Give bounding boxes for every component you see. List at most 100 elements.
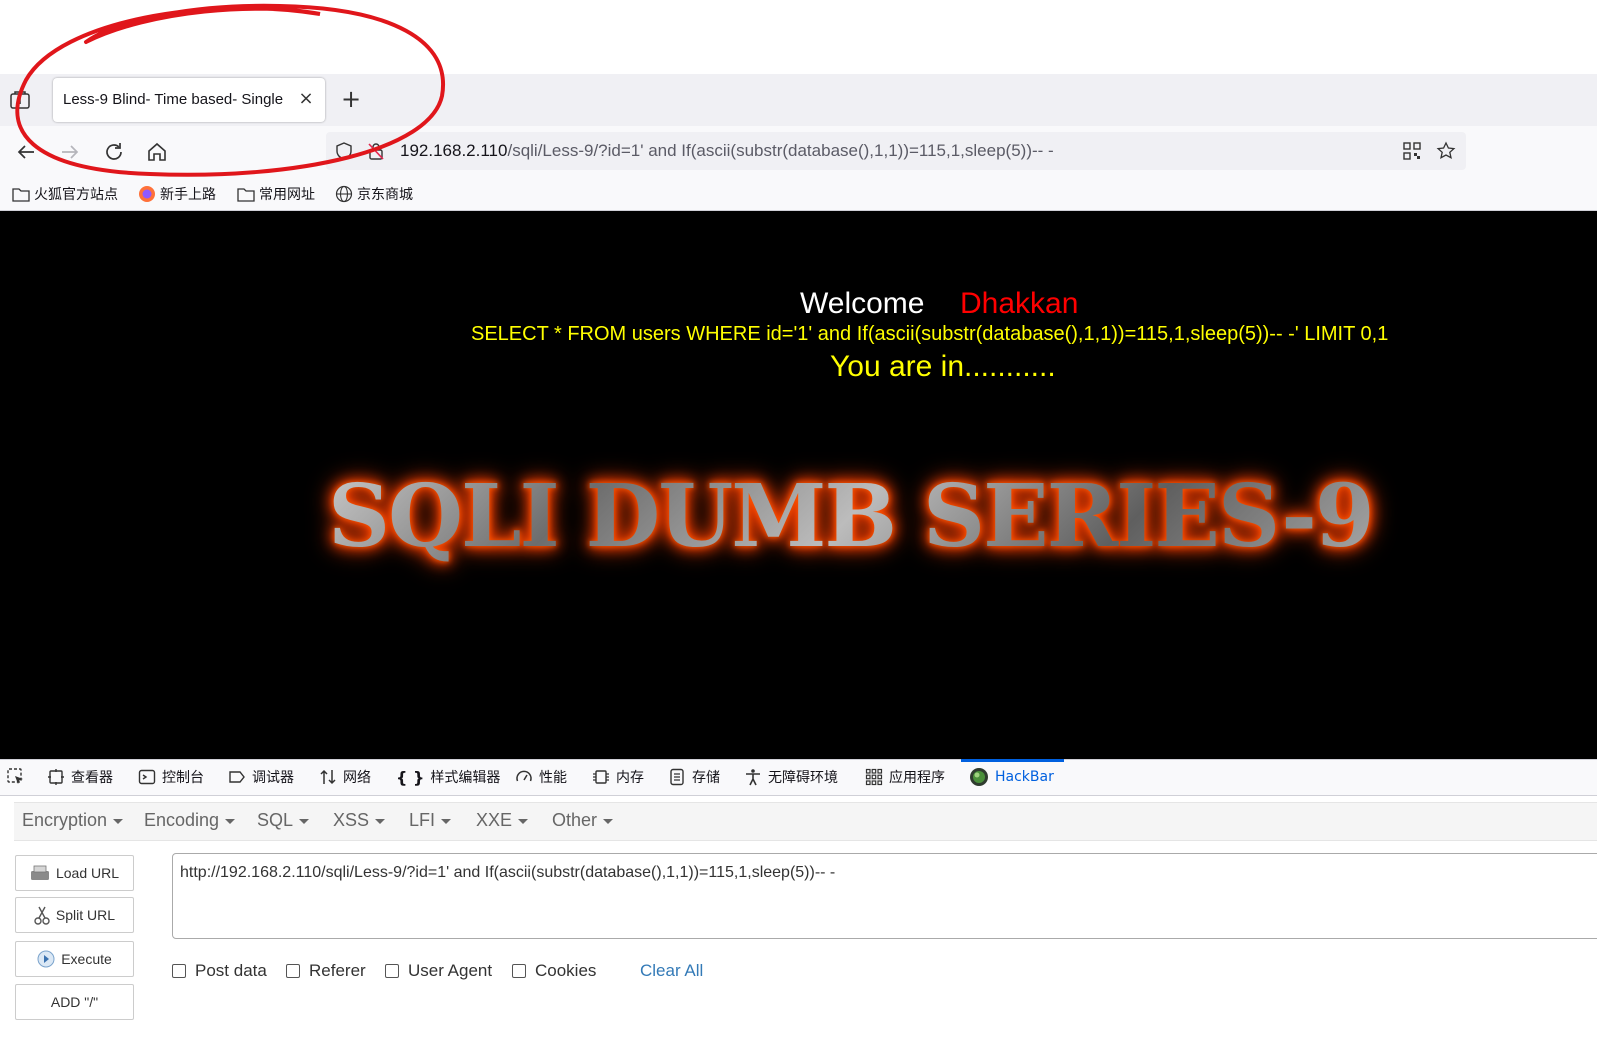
inspector-icon [48, 769, 64, 785]
devtools-tab-label: 无障碍环境 [768, 770, 838, 786]
button-label: Load URL [55, 865, 120, 881]
braces-icon: { } [396, 767, 425, 787]
devtools-tab-label: 调试器 [252, 770, 294, 786]
button-label: Split URL [55, 907, 116, 923]
tab-title: Less-9 Blind- Time based- Single [63, 91, 284, 108]
user-name: Dhakkan [960, 287, 1079, 320]
folder-icon [237, 188, 255, 202]
screenshot-margin [0, 0, 1597, 74]
devtools-tab-label: 内存 [616, 770, 644, 786]
hackbar-menubar [14, 802, 1597, 841]
bookmark-item[interactable]: 京东商城 [335, 183, 413, 205]
reload-icon[interactable] [102, 140, 126, 164]
accessibility-icon [746, 769, 760, 786]
welcome-text: Welcome [800, 287, 925, 320]
checkbox-box[interactable] [172, 964, 186, 978]
caret-down-icon [518, 818, 529, 824]
load-url-icon [30, 865, 49, 880]
tab-style-editor[interactable]: { } 样式编辑器 [396, 766, 500, 788]
checkbox-box[interactable] [512, 964, 526, 978]
menu-xss[interactable]: XSS [333, 810, 386, 831]
execute-button[interactable]: Execute [15, 941, 134, 977]
element-picker-icon[interactable] [6, 766, 32, 788]
checkbox-box[interactable] [286, 964, 300, 978]
devtools-tab-label: HackBar [995, 769, 1054, 785]
network-arrows-icon [320, 769, 336, 785]
insecure-lock-icon[interactable] [366, 141, 386, 165]
tab-performance[interactable]: 性能 [515, 766, 567, 788]
url-text: 192.168.2.110/sqli/Less-9/?id=1' and If(… [400, 141, 1054, 160]
play-icon [37, 950, 55, 968]
folder-icon [12, 188, 30, 202]
split-url-button[interactable]: Split URL [15, 897, 134, 933]
user-agent-checkbox[interactable]: User Agent [385, 961, 492, 981]
gauge-icon [516, 770, 532, 782]
hackbar-url-textarea[interactable]: http://192.168.2.110/sqli/Less-9/?id=1' … [172, 853, 1597, 939]
bookmark-item[interactable]: 常用网址 [237, 183, 315, 205]
qr-code-icon[interactable] [1402, 141, 1422, 165]
checkbox-label: Referer [309, 961, 366, 980]
tab-accessibility[interactable]: 无障碍环境 [744, 766, 838, 788]
caret-down-icon [113, 818, 124, 824]
back-arrow-icon[interactable] [14, 140, 38, 164]
caret-down-icon [299, 818, 310, 824]
tab-memory[interactable]: 内存 [592, 766, 644, 788]
grid-apps-icon [865, 768, 883, 786]
tab-hackbar[interactable]: HackBar [969, 766, 1054, 788]
hackbar-logo-icon [970, 768, 988, 786]
active-browser-tab[interactable]: Less-9 Blind- Time based- Single × [53, 78, 325, 122]
checkbox-label: Cookies [535, 961, 597, 980]
caret-down-icon [225, 818, 236, 824]
tracking-shield-icon[interactable] [334, 141, 354, 165]
forward-arrow-icon[interactable] [58, 140, 82, 164]
firefox-icon [139, 186, 155, 202]
devtools-tab-label: 查看器 [71, 770, 113, 786]
caret-down-icon [375, 818, 386, 824]
bookmark-label: 常用网址 [259, 187, 315, 203]
bookmark-item[interactable]: 火狐官方站点 [12, 183, 118, 205]
add-slash-button[interactable]: ADD "/" [15, 984, 134, 1020]
status-message: You are in........... [830, 350, 1056, 383]
menu-encryption[interactable]: Encryption [22, 810, 124, 831]
caret-down-icon [603, 818, 614, 824]
tab-list-icon[interactable] [8, 88, 32, 112]
menu-lfi[interactable]: LFI [409, 810, 452, 831]
clear-all-link[interactable]: Clear All [640, 961, 703, 981]
bookmark-item[interactable]: 新手上路 [138, 183, 216, 205]
globe-icon [335, 185, 353, 203]
checkbox-box[interactable] [385, 964, 399, 978]
caret-down-icon [441, 818, 452, 824]
devtools-tab-label: 性能 [539, 770, 567, 786]
menu-encoding[interactable]: Encoding [144, 810, 236, 831]
new-tab-icon[interactable]: + [340, 87, 362, 111]
bookmark-label: 京东商城 [357, 187, 413, 203]
address-bar[interactable]: 192.168.2.110/sqli/Less-9/?id=1' and If(… [326, 132, 1466, 170]
devtools-tab-label: 存储 [692, 770, 720, 786]
referer-checkbox[interactable]: Referer [286, 961, 366, 981]
tab-inspector[interactable]: 查看器 [47, 766, 113, 788]
cookies-checkbox[interactable]: Cookies [512, 961, 596, 981]
tab-console[interactable]: 控制台 [138, 766, 204, 788]
devtools-tab-label: 样式编辑器 [430, 770, 501, 786]
post-data-checkbox[interactable]: Post data [172, 961, 267, 981]
tab-storage[interactable]: 存储 [668, 766, 720, 788]
menu-sql[interactable]: SQL [257, 810, 310, 831]
menu-other[interactable]: Other [552, 810, 614, 831]
console-icon [138, 769, 156, 785]
sql-query-text: SELECT * FROM users WHERE id='1' and If(… [471, 323, 1389, 345]
home-icon[interactable] [145, 140, 169, 164]
close-tab-icon[interactable]: × [297, 90, 315, 108]
memory-chip-icon [593, 770, 609, 784]
tab-network[interactable]: 网络 [319, 766, 371, 788]
devtools-tab-label: 网络 [343, 770, 371, 786]
menu-xxe[interactable]: XXE [476, 810, 529, 831]
load-url-button[interactable]: Load URL [15, 855, 134, 891]
bookmark-star-icon[interactable] [1436, 141, 1456, 165]
tab-debugger[interactable]: 调试器 [228, 766, 294, 788]
bookmark-label: 火狐官方站点 [34, 187, 118, 203]
tab-application[interactable]: 应用程序 [865, 766, 945, 788]
series-banner: SQLI DUMB SERIES-9 [328, 466, 1375, 567]
button-label: Execute [61, 951, 112, 967]
devtools-tab-label: 应用程序 [889, 770, 945, 786]
checkbox-label: Post data [195, 961, 267, 980]
